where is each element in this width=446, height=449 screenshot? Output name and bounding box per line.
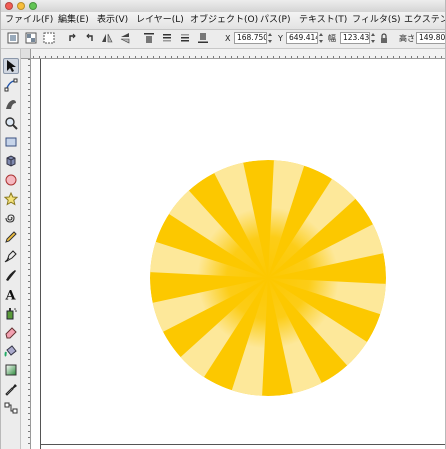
deselect-icon[interactable] [43,32,55,44]
ruler-corner [21,49,31,59]
rotate-cw-icon[interactable] [83,32,95,44]
menu-extensions[interactable]: エクステンシ [404,14,445,26]
pen-tool-icon[interactable] [3,248,19,264]
menu-edit[interactable]: 編集(E) [58,14,89,26]
page-border [40,59,41,449]
select-all-icon[interactable] [7,32,19,44]
ellipse-tool-icon[interactable] [3,172,19,188]
width-spinner[interactable] [371,32,376,44]
rectangle-tool-icon[interactable] [3,134,19,150]
minimize-window-button[interactable] [17,2,25,10]
star-tool-icon[interactable] [3,191,19,207]
flip-horizontal-icon[interactable] [101,32,113,44]
connector-tool-icon[interactable] [3,400,19,416]
menu-layer[interactable]: レイヤー(L) [136,14,184,26]
title-bar [1,0,445,12]
width-label: 幅 [328,34,336,43]
select-all-layers-icon[interactable] [25,32,37,44]
x-spinner[interactable] [268,32,273,44]
y-field[interactable]: 649.414 [286,32,318,44]
lock-icon[interactable] [378,32,390,44]
toolbox: A [1,49,21,449]
spray-tool-icon[interactable] [3,305,19,321]
menu-view[interactable]: 表示(V) [97,14,128,26]
flip-vertical-icon[interactable] [119,32,131,44]
rotate-ccw-icon[interactable] [67,32,79,44]
menu-path[interactable]: パス(P) [260,14,290,26]
page-border-bottom [40,444,445,445]
spiral-tool-icon[interactable] [3,210,19,226]
zoom-tool-icon[interactable] [3,115,19,131]
lower-to-bottom-icon[interactable] [197,32,209,44]
close-window-button[interactable] [5,2,13,10]
horizontal-ruler[interactable] [21,49,445,59]
pencil-tool-icon[interactable] [3,229,19,245]
menu-text[interactable]: テキスト(T) [299,14,347,26]
width-field[interactable]: 123.438 [340,32,370,44]
eraser-tool-icon[interactable] [3,324,19,340]
x-label: X [225,34,231,43]
node-tool-icon[interactable] [3,77,19,93]
calligraphy-tool-icon[interactable] [3,267,19,283]
menu-bar: ファイル(F) 編集(E) 表示(V) レイヤー(L) オブジェクト(O) パス… [1,12,445,30]
dropper-tool-icon[interactable] [3,381,19,397]
menu-object[interactable]: オブジェクト(O) [190,14,258,26]
raise-icon[interactable] [161,32,173,44]
height-field[interactable]: 149.805 [416,32,445,44]
drawing-canvas[interactable] [31,59,445,449]
height-label: 高さ [399,34,415,43]
gradient-tool-icon[interactable] [3,362,19,378]
x-field[interactable]: 168.750 [234,32,267,44]
select-tool-icon[interactable] [3,58,19,74]
sun-burst-shape[interactable] [150,160,386,396]
menu-filter[interactable]: フィルタ(S) [352,14,401,26]
box3d-tool-icon[interactable] [3,153,19,169]
lower-icon[interactable] [179,32,191,44]
tweak-tool-icon[interactable] [3,96,19,112]
y-spinner[interactable] [319,32,324,44]
y-label: Y [278,34,283,43]
app-window: ファイル(F) 編集(E) 表示(V) レイヤー(L) オブジェクト(O) パス… [0,0,446,449]
zoom-window-button[interactable] [29,2,37,10]
vertical-ruler[interactable] [21,59,31,449]
raise-to-top-icon[interactable] [143,32,155,44]
text-tool-icon[interactable]: A [3,286,19,302]
bucket-fill-tool-icon[interactable] [3,343,19,359]
tool-controls-bar: X 168.750 Y 649.414 幅 123.438 高さ 149.805 [1,30,445,49]
menu-file[interactable]: ファイル(F) [5,14,53,26]
svg-text:A: A [5,289,17,302]
